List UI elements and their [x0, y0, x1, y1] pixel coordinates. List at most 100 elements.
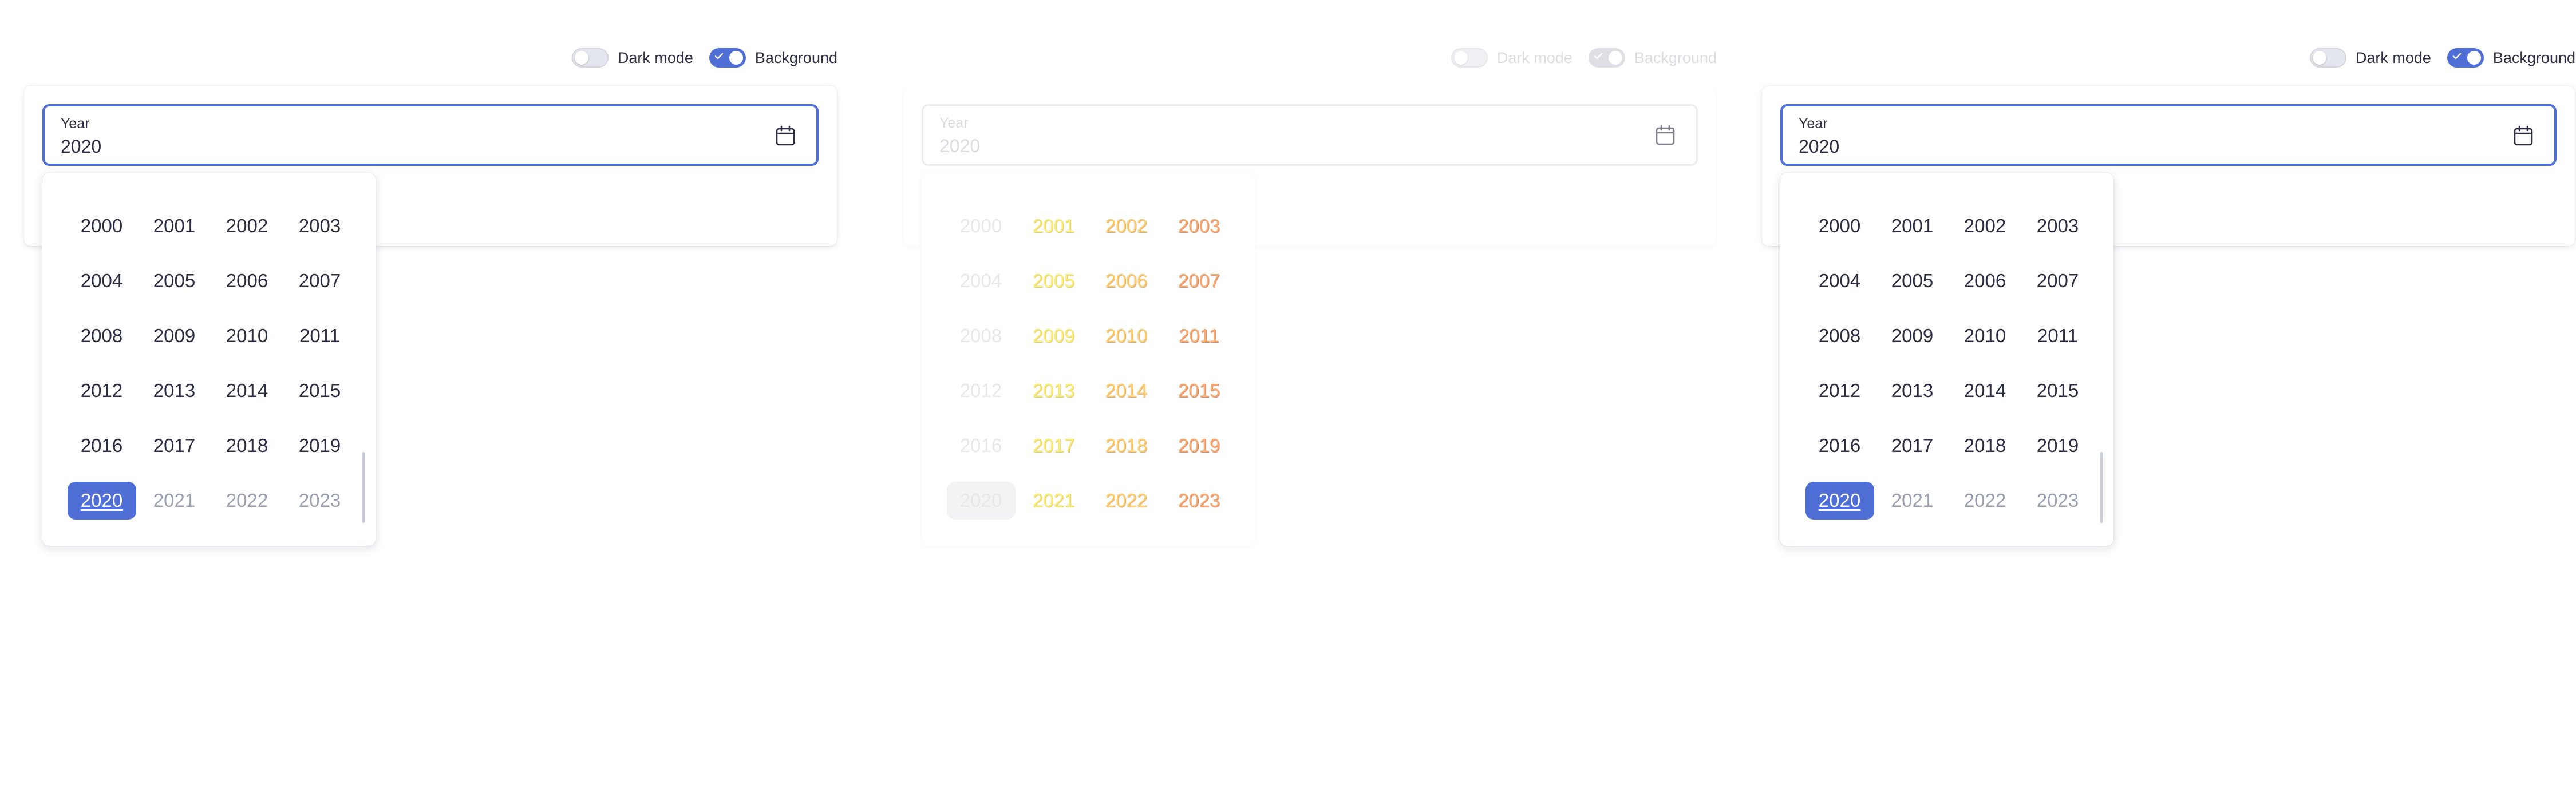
- year-option[interactable]: 2007: [286, 262, 354, 300]
- year-option[interactable]: 2019: [1165, 427, 1234, 465]
- year-option[interactable]: 2017: [140, 427, 209, 465]
- year-option[interactable]: 2011: [286, 317, 354, 355]
- background-switch[interactable]: [1588, 48, 1625, 68]
- year-option[interactable]: 2005: [1878, 262, 1947, 300]
- year-input[interactable]: Year 2020: [922, 104, 1698, 166]
- year-option[interactable]: 2012: [68, 372, 136, 410]
- year-option[interactable]: 2018: [1951, 427, 2020, 465]
- year-option[interactable]: 2003: [286, 207, 354, 245]
- year-option[interactable]: 2011: [2024, 317, 2092, 355]
- calendar-icon[interactable]: [1652, 122, 1679, 149]
- year-option[interactable]: 2008: [68, 317, 136, 355]
- year-option[interactable]: 2001: [140, 207, 209, 245]
- year-option[interactable]: 2009: [140, 317, 209, 355]
- year-option[interactable]: 2012: [947, 372, 1016, 410]
- year-option[interactable]: 2008: [947, 317, 1016, 355]
- year-option[interactable]: 2014: [1951, 372, 2020, 410]
- background-toggle[interactable]: Background: [2447, 48, 2575, 68]
- year-option[interactable]: 2022: [213, 482, 282, 520]
- year-option[interactable]: 2019: [2024, 427, 2092, 465]
- dark-mode-switch[interactable]: [2309, 48, 2346, 68]
- year-option[interactable]: 2006: [213, 262, 282, 300]
- year-option[interactable]: 2021: [1878, 482, 1947, 520]
- year-option[interactable]: 2016: [947, 427, 1016, 465]
- year-option[interactable]: 2003: [1165, 207, 1234, 245]
- calendar-icon[interactable]: [772, 122, 799, 150]
- year-option-selected[interactable]: 2020: [67, 482, 136, 520]
- toggle-row: Dark mode Background: [2309, 48, 2575, 68]
- year-input-value[interactable]: 2020: [1799, 136, 1839, 157]
- year-option[interactable]: 2021: [140, 482, 209, 520]
- year-option[interactable]: 2010: [213, 317, 282, 355]
- background-switch[interactable]: [709, 48, 746, 68]
- year-option[interactable]: 2000: [68, 207, 136, 245]
- year-option[interactable]: 2016: [68, 427, 136, 465]
- dark-mode-label: Dark mode: [1496, 49, 1573, 66]
- year-option[interactable]: 2007: [1165, 262, 1234, 300]
- year-option[interactable]: 2000: [1805, 207, 1874, 245]
- year-option[interactable]: 2002: [1092, 207, 1161, 245]
- dropdown-scrollbar[interactable]: [2100, 452, 2103, 523]
- year-option[interactable]: 2001: [1878, 207, 1947, 245]
- year-option[interactable]: 2014: [1092, 372, 1161, 410]
- year-option[interactable]: 2023: [1165, 482, 1234, 520]
- year-option[interactable]: 2009: [1878, 317, 1947, 355]
- calendar-icon[interactable]: [2510, 122, 2537, 150]
- dark-mode-toggle[interactable]: Dark mode: [571, 48, 693, 68]
- year-option[interactable]: 2012: [1805, 372, 1874, 410]
- dark-mode-toggle[interactable]: Dark mode: [1451, 48, 1573, 68]
- year-option[interactable]: 2016: [1805, 427, 1874, 465]
- year-option[interactable]: 2005: [1020, 262, 1088, 300]
- year-option[interactable]: 2022: [1951, 482, 2020, 520]
- year-option[interactable]: 2001: [1020, 207, 1088, 245]
- year-option[interactable]: 2007: [2024, 262, 2092, 300]
- toggle-row: Dark mode Background: [571, 48, 837, 68]
- year-option[interactable]: 2022: [1092, 482, 1161, 520]
- year-option-selected[interactable]: 2020: [1805, 482, 1874, 520]
- year-option[interactable]: 2015: [1165, 372, 1234, 410]
- dropdown-scrollbar[interactable]: [362, 452, 365, 523]
- dark-mode-switch[interactable]: [571, 48, 609, 68]
- year-option[interactable]: 2014: [213, 372, 282, 410]
- year-input-value[interactable]: 2020: [939, 136, 980, 157]
- year-option[interactable]: 2018: [1092, 427, 1161, 465]
- year-option[interactable]: 2006: [1951, 262, 2020, 300]
- year-option[interactable]: 2017: [1878, 427, 1947, 465]
- year-option-selected[interactable]: 2020: [946, 482, 1016, 520]
- dark-mode-switch[interactable]: [1451, 48, 1488, 68]
- year-option[interactable]: 2003: [2024, 207, 2092, 245]
- year-option[interactable]: 2013: [140, 372, 209, 410]
- year-option[interactable]: 2015: [286, 372, 354, 410]
- year-option[interactable]: 2013: [1878, 372, 1947, 410]
- year-input-value[interactable]: 2020: [61, 136, 101, 157]
- year-option[interactable]: 2009: [1020, 317, 1088, 355]
- year-option[interactable]: 2023: [286, 482, 354, 520]
- year-option[interactable]: 2006: [1092, 262, 1161, 300]
- year-option[interactable]: 2023: [2024, 482, 2092, 520]
- year-option[interactable]: 2017: [1020, 427, 1088, 465]
- year-option[interactable]: 2015: [2024, 372, 2092, 410]
- year-option[interactable]: 2019: [286, 427, 354, 465]
- background-switch[interactable]: [2447, 48, 2484, 68]
- year-option[interactable]: 2021: [1020, 482, 1088, 520]
- year-option[interactable]: 2010: [1951, 317, 2020, 355]
- year-option[interactable]: 2000: [947, 207, 1016, 245]
- year-option[interactable]: 2004: [68, 262, 136, 300]
- year-option[interactable]: 2004: [1805, 262, 1874, 300]
- year-input[interactable]: Year 2020: [42, 104, 819, 166]
- year-option[interactable]: 2018: [213, 427, 282, 465]
- check-icon: [2452, 53, 2462, 60]
- background-toggle[interactable]: Background: [709, 48, 837, 68]
- year-option[interactable]: 2005: [140, 262, 209, 300]
- year-input[interactable]: Year 2020: [1780, 104, 2557, 166]
- year-option[interactable]: 2010: [1092, 317, 1161, 355]
- year-option[interactable]: 2011: [1165, 317, 1234, 355]
- background-toggle[interactable]: Background: [1588, 48, 1717, 68]
- year-option[interactable]: 2002: [1951, 207, 2020, 245]
- dark-mode-toggle[interactable]: Dark mode: [2309, 48, 2431, 68]
- year-picker-demo-middle: Dark mode Background Year 2020 2000 2001 2…: [879, 0, 1741, 801]
- year-option[interactable]: 2004: [947, 262, 1016, 300]
- year-option[interactable]: 2002: [213, 207, 282, 245]
- year-option[interactable]: 2008: [1805, 317, 1874, 355]
- year-option[interactable]: 2013: [1020, 372, 1088, 410]
